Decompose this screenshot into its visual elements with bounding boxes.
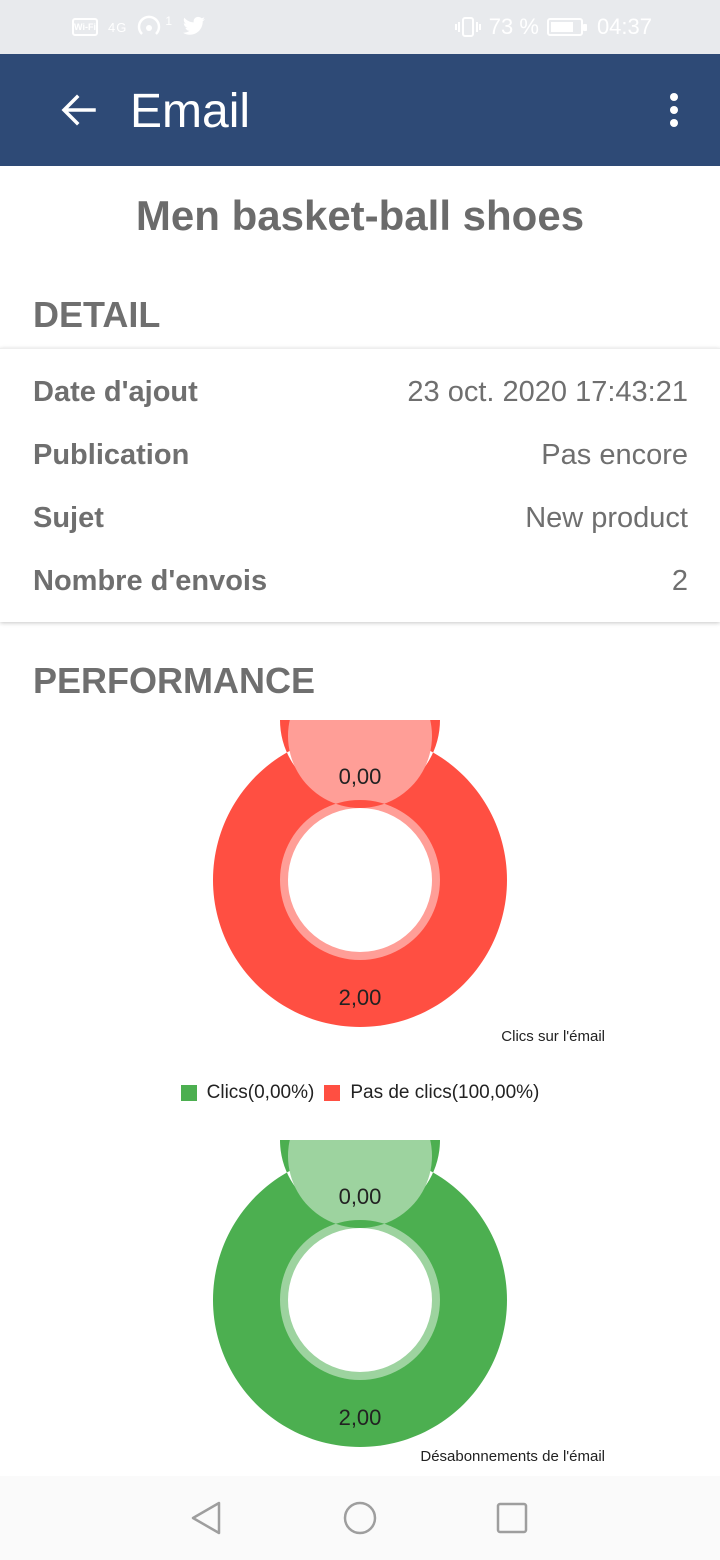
- performance-heading: PERFORMANCE: [33, 660, 316, 701]
- nav-home-button[interactable]: [334, 1492, 386, 1544]
- status-bar: Wi-Fi 4G 1 73 % 04:37: [0, 0, 720, 54]
- unsub-value-label-bottom: 2,00: [339, 1405, 382, 1430]
- unsubscribes-donut-chart: 0,00 2,00 Désabonnements de l'émail: [0, 1140, 720, 1465]
- hotspot-icon: [138, 15, 161, 35]
- hotspot-superscript: 1: [165, 14, 173, 28]
- detail-label: Nombre d'envois: [33, 564, 268, 597]
- legend-label: Clics(0,00%): [206, 1082, 315, 1103]
- battery-icon: [546, 18, 587, 36]
- circle-home-icon: [343, 1501, 377, 1535]
- detail-label: Date d'ajout: [33, 375, 198, 408]
- screen: Wi-Fi 4G 1 73 % 04:37 Email Men basket-b…: [0, 0, 720, 1560]
- clock: 04:37: [596, 14, 652, 39]
- detail-value: 2: [671, 564, 688, 597]
- detail-label: Sujet: [33, 501, 104, 534]
- detail-heading: DETAIL: [33, 294, 161, 335]
- legend-item-no-clicks: Pas de clics(100,00%): [324, 1082, 539, 1104]
- detail-card: Date d'ajout 23 oct. 2020 17:43:21 Publi…: [0, 348, 720, 622]
- arrow-left-icon: [61, 94, 96, 126]
- overflow-menu-button[interactable]: [654, 82, 694, 138]
- status-right-icons: 73 % 04:37: [454, 14, 652, 40]
- cell-signal-icon: 4G: [108, 19, 128, 35]
- legend-swatch-red: [324, 1085, 341, 1101]
- legend-swatch-green: [180, 1085, 197, 1101]
- product-title: Men basket-ball shoes: [135, 192, 585, 239]
- detail-value: New product: [525, 501, 688, 534]
- donut-hole: [288, 808, 432, 952]
- clicks-value-label: 0,00: [339, 764, 382, 789]
- detail-value: Pas encore: [541, 438, 688, 471]
- unsubscribes-donut-svg: 0,00 2,00 Désabonnements de l'émail: [212, 1140, 605, 1465]
- status-left-icons: Wi-Fi 4G 1: [72, 14, 206, 40]
- vibrate-icon: [454, 17, 481, 37]
- detail-row-subject: Sujet New product: [33, 496, 688, 540]
- clicks-legend: Clics(0,00%) Pas de clics(100,00%): [0, 1082, 720, 1104]
- clicks-donut-svg: 0,00 2,00 Clics sur l'émail: [212, 720, 605, 1045]
- detail-row-publication: Publication Pas encore: [33, 433, 688, 477]
- legend-item-clicks: Clics(0,00%): [180, 1082, 315, 1104]
- donut-hole: [288, 1228, 432, 1372]
- unsub-value-label-top: 0,00: [339, 1184, 382, 1209]
- detail-value: 23 oct. 2020 17:43:21: [407, 375, 688, 408]
- triangle-back-icon: [191, 1501, 221, 1535]
- nav-recents-button[interactable]: [486, 1492, 538, 1544]
- back-button[interactable]: [50, 82, 106, 138]
- more-vert-icon: [670, 93, 678, 127]
- detail-row-date: Date d'ajout 23 oct. 2020 17:43:21: [33, 370, 688, 414]
- square-recents-icon: [496, 1502, 528, 1534]
- chart-description: Désabonnements de l'émail: [420, 1448, 605, 1465]
- no-clicks-value-label: 2,00: [339, 985, 382, 1010]
- chart-description: Clics sur l'émail: [501, 1028, 605, 1045]
- battery-percent: 73 %: [488, 14, 539, 39]
- app-bar-title: Email: [130, 85, 251, 138]
- system-nav-bar: [0, 1476, 720, 1560]
- clicks-donut-chart: 0,00 2,00 Clics sur l'émail: [0, 720, 720, 1045]
- legend-label: Pas de clics(100,00%): [350, 1082, 540, 1103]
- nav-back-button[interactable]: [180, 1492, 232, 1544]
- detail-label: Publication: [33, 438, 190, 471]
- app-bar: Email: [0, 54, 720, 166]
- twitter-icon: [183, 16, 206, 35]
- wifi-badge-icon: Wi-Fi: [72, 18, 98, 36]
- detail-row-sends: Nombre d'envois 2: [33, 559, 688, 603]
